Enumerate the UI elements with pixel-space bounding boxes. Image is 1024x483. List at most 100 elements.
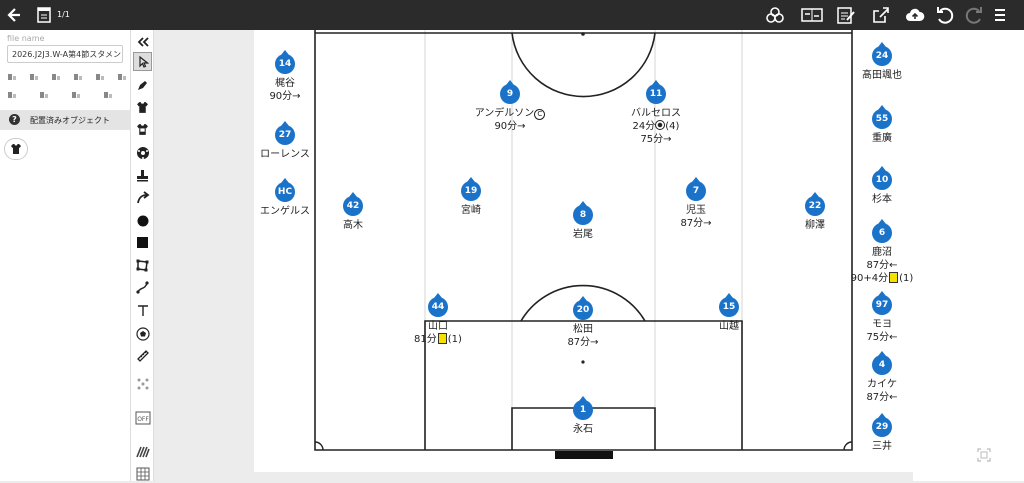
player-event-line: 90+4分 (1): [850, 272, 914, 284]
player-name-text: 柳澤: [805, 220, 825, 231]
player-token[interactable]: 6 鹿沼 87分← 90+4分 (1): [837, 219, 927, 285]
select-icon[interactable]: [133, 52, 152, 71]
edit-notes-icon[interactable]: [837, 5, 855, 25]
ball-outline-icon[interactable]: [133, 324, 152, 343]
placed-object-shirt-icon[interactable]: [4, 138, 28, 160]
player-name: バルセロス: [611, 107, 701, 120]
polygon-icon[interactable]: [133, 256, 152, 275]
player-token[interactable]: 10 杉本: [837, 166, 927, 206]
player-number-badge: 8: [573, 201, 593, 225]
stamp-icon[interactable]: [133, 166, 152, 185]
player-name-text: エンゲルス: [260, 206, 310, 217]
player-name-text: 鹿沼: [872, 247, 892, 258]
player-name-text: 梶谷: [275, 78, 295, 89]
player-number-badge: 15: [719, 293, 739, 317]
player-token[interactable]: 44 山口 81分 (1): [393, 293, 483, 346]
player-token[interactable]: 4 カイケ 87分←: [837, 351, 927, 404]
player-event-line: 87分→: [567, 337, 599, 348]
player-number-badge: 20: [573, 296, 593, 320]
player-token[interactable]: 11 バルセロス 24分 (4) 75分→: [611, 80, 701, 146]
player-name: 高木: [308, 219, 398, 232]
player-token[interactable]: 24 髙田颯也: [837, 42, 927, 82]
back-arrow-icon[interactable]: [7, 5, 21, 25]
help-icon[interactable]: ?: [9, 114, 20, 125]
align-left-icon[interactable]: [7, 72, 17, 82]
player-token[interactable]: 20 松田 87分→: [538, 296, 628, 349]
curve-icon[interactable]: [133, 278, 152, 297]
player-event-line: 81分 (1): [414, 333, 462, 345]
player-number-badge: 7: [686, 177, 706, 201]
svg-text:OFF: OFF: [137, 416, 149, 423]
layers-icon[interactable]: [766, 5, 784, 25]
file-name-input[interactable]: 2026.J2J3.W-A第4節スタメン: [7, 45, 123, 63]
ruler-icon[interactable]: [133, 346, 152, 365]
collapse-icon[interactable]: [133, 32, 152, 51]
ball-icon[interactable]: [133, 143, 152, 162]
player-token[interactable]: 29 三井: [837, 413, 927, 453]
player-token[interactable]: 14 梶谷 90分→: [240, 50, 330, 103]
player-name: 鹿沼: [837, 246, 927, 259]
left-panel: file name 2026.J2J3.W-A第4節スタメン 配置済みオブジェク…: [0, 30, 131, 481]
player-token[interactable]: 9 アンデルソン C 90分→: [465, 80, 555, 133]
text-icon[interactable]: [133, 301, 152, 320]
fit-screen-icon[interactable]: [977, 447, 991, 466]
bring-front-icon[interactable]: [71, 90, 81, 100]
player-token[interactable]: 7 児玉 87分→: [651, 177, 741, 230]
undo-icon[interactable]: [936, 5, 954, 25]
player-token[interactable]: 27 ローレンス: [240, 121, 330, 161]
player-token[interactable]: 15 山越: [684, 293, 774, 333]
player-name-text: 岩尾: [573, 229, 593, 240]
cloud-upload-icon[interactable]: [905, 5, 925, 25]
align-toolbar: [7, 72, 127, 82]
player-name: 山越: [684, 320, 774, 333]
pattern-icon[interactable]: [133, 442, 152, 461]
player-name: 永石: [538, 423, 628, 436]
send-back-icon[interactable]: [103, 90, 113, 100]
player-token[interactable]: HC エンゲルス: [240, 178, 330, 218]
tactics-board[interactable]: 9 アンデルソン C 90分→ 11 バルセロス 24分 (4) 75分→ 19 宮崎 8 岩尾 7 児玉 8…: [254, 30, 913, 472]
yellow-card-icon: [437, 333, 447, 344]
shirt-dark-icon[interactable]: [133, 120, 152, 139]
player-token[interactable]: 97 モヨ 75分←: [837, 291, 927, 344]
align-center-icon[interactable]: [29, 72, 39, 82]
ungroup-icon[interactable]: [39, 90, 49, 100]
player-token[interactable]: 19 宮崎: [426, 177, 516, 217]
align-bottom-icon[interactable]: [117, 72, 127, 82]
player-name: 杉本: [837, 193, 927, 206]
align-right-icon[interactable]: [51, 72, 61, 82]
square-icon[interactable]: [133, 233, 152, 252]
player-number-badge: 24: [872, 42, 892, 66]
player-token[interactable]: 55 重廣: [837, 105, 927, 145]
menu-icon[interactable]: [993, 5, 1007, 25]
align-top-icon[interactable]: [73, 72, 83, 82]
player-name-text: バルセロス: [631, 108, 681, 119]
player-event-line: 87分→: [680, 218, 712, 229]
player-number-badge: 6: [872, 219, 892, 243]
board-list-icon[interactable]: [37, 5, 51, 25]
shirt-icon[interactable]: [133, 98, 152, 117]
grid-icon[interactable]: [133, 464, 152, 483]
tool-column: OFF: [131, 30, 154, 481]
formation-icon[interactable]: [133, 374, 152, 393]
off-toggle-icon[interactable]: OFF: [133, 408, 152, 427]
redo-icon[interactable]: [965, 5, 983, 25]
player-number-badge: 9: [500, 80, 520, 104]
player-token[interactable]: 8 岩尾: [538, 201, 628, 241]
player-number-badge: 44: [428, 293, 448, 317]
pen-icon[interactable]: [133, 76, 152, 95]
player-name-text: 杉本: [872, 194, 892, 205]
switch-sides-icon[interactable]: [801, 5, 823, 25]
player-token[interactable]: 1 永石: [538, 396, 628, 436]
player-number-badge: 4: [872, 351, 892, 375]
circle-icon[interactable]: [133, 211, 152, 230]
align-middle-icon[interactable]: [95, 72, 105, 82]
arrow-icon[interactable]: [133, 188, 152, 207]
group-icon[interactable]: [7, 90, 17, 100]
right-margin: [913, 30, 1024, 481]
player-event-line: 90分→: [269, 91, 301, 102]
file-name-label: file name: [7, 34, 45, 43]
share-icon[interactable]: [872, 5, 890, 25]
player-name-text: 児玉: [686, 205, 706, 216]
player-name-text: 三井: [872, 441, 892, 452]
player-name-text: 高木: [343, 220, 363, 231]
